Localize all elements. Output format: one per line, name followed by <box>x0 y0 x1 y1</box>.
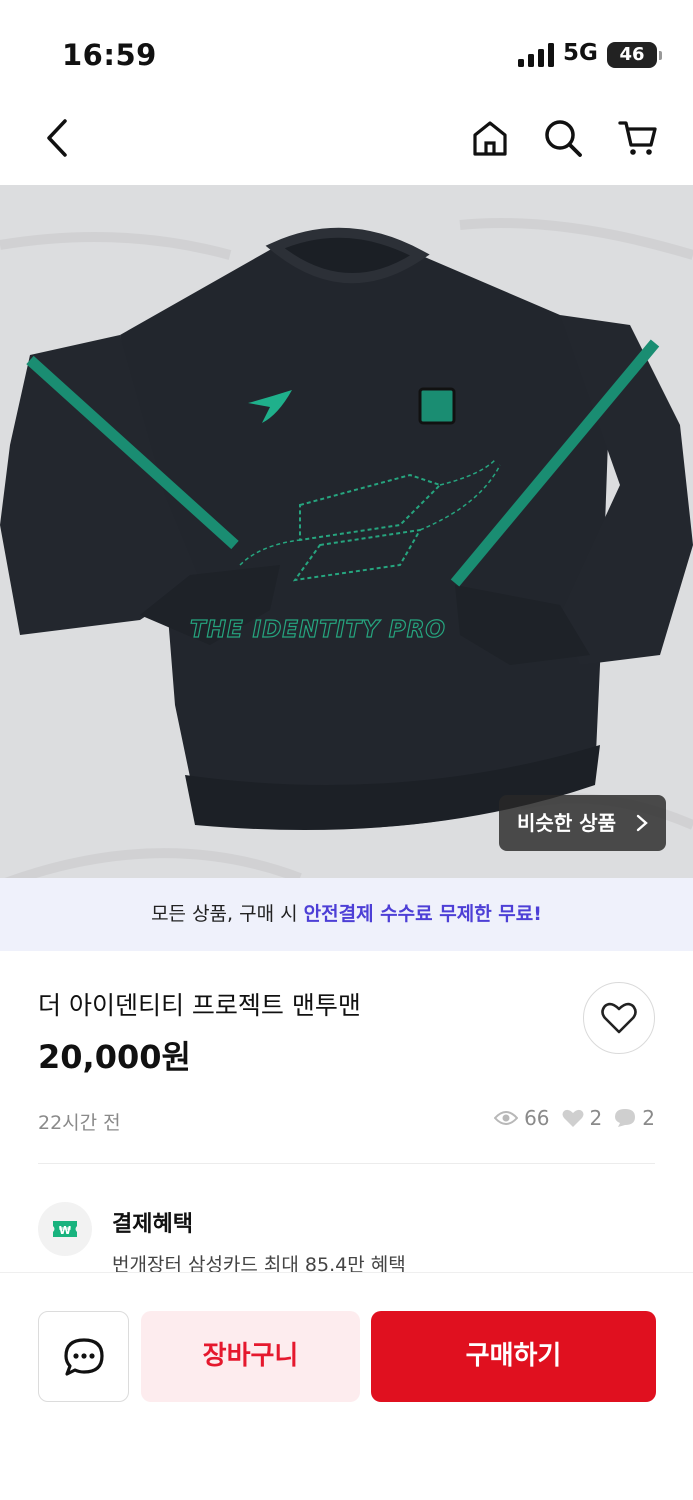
sweatshirt-illustration: THE IDENTITY PRO <box>0 185 693 878</box>
payment-benefit-row[interactable]: 번개장터 삼성카드 최대 85.4만 혜택 <box>112 1252 612 1272</box>
similar-products-button[interactable]: 비슷한 상품 <box>499 795 666 851</box>
status-time: 16:59 <box>62 38 157 72</box>
home-icon <box>473 121 507 156</box>
eye-icon <box>494 1111 519 1125</box>
payment-benefit-description: 번개장터 삼성카드 최대 85.4만 혜택 <box>112 1254 406 1272</box>
promo-highlight: 안전결제 수수료 무제한 무료! <box>303 903 542 925</box>
chat-bubble-icon <box>63 1337 104 1376</box>
svg-text:₩: ₩ <box>59 1224 71 1237</box>
product-price: 20,000원 <box>38 1038 191 1076</box>
product-image[interactable]: THE IDENTITY PRO 비슷한 상품 <box>0 185 693 878</box>
won-ticket-icon: ₩ <box>53 1221 77 1237</box>
cart-button[interactable] <box>614 114 662 162</box>
heart-icon <box>562 1109 584 1127</box>
search-icon <box>545 120 582 157</box>
chat-button[interactable] <box>38 1311 129 1402</box>
similar-products-label: 비슷한 상품 <box>517 811 616 835</box>
promo-banner[interactable]: 모든 상품, 구매 시 안전결제 수수료 무제한 무료! <box>0 878 693 951</box>
chat-count: 2 <box>642 1106 655 1130</box>
view-count: 66 <box>524 1106 550 1130</box>
buy-button[interactable]: 구매하기 <box>371 1311 656 1402</box>
bottom-action-bar: 장바구니 구매하기 <box>0 1272 693 1500</box>
network-type: 5G <box>563 40 598 66</box>
product-title: 더 아이덴티티 프로젝트 맨투맨 <box>38 991 361 1020</box>
heart-icon <box>601 1002 637 1034</box>
back-button[interactable] <box>34 114 82 162</box>
payment-benefit-title: 결제혜택 <box>112 1212 193 1237</box>
like-button[interactable] <box>583 982 655 1054</box>
home-button[interactable] <box>466 114 514 162</box>
payment-icon: ₩ <box>38 1202 92 1256</box>
print-text: THE IDENTITY PRO <box>190 617 446 643</box>
status-bar: 16:59 5G 46 <box>0 0 693 100</box>
battery-level: 46 <box>619 44 645 65</box>
posted-time: 22시간 전 <box>38 1112 121 1134</box>
chat-bubble-icon <box>615 1109 636 1127</box>
cart-icon <box>618 121 657 155</box>
signal-icon <box>518 43 554 67</box>
battery-icon: 46 <box>607 42 662 68</box>
like-count: 2 <box>589 1106 603 1130</box>
top-nav <box>0 100 693 185</box>
product-stats: 66 2 2 <box>494 1106 655 1130</box>
divider <box>38 1163 655 1164</box>
chevron-right-icon <box>636 814 648 832</box>
promo-prefix: 모든 상품, 구매 시 <box>151 903 304 925</box>
search-button[interactable] <box>539 114 587 162</box>
chevron-left-icon <box>47 119 67 157</box>
add-to-cart-button[interactable]: 장바구니 <box>141 1311 360 1402</box>
